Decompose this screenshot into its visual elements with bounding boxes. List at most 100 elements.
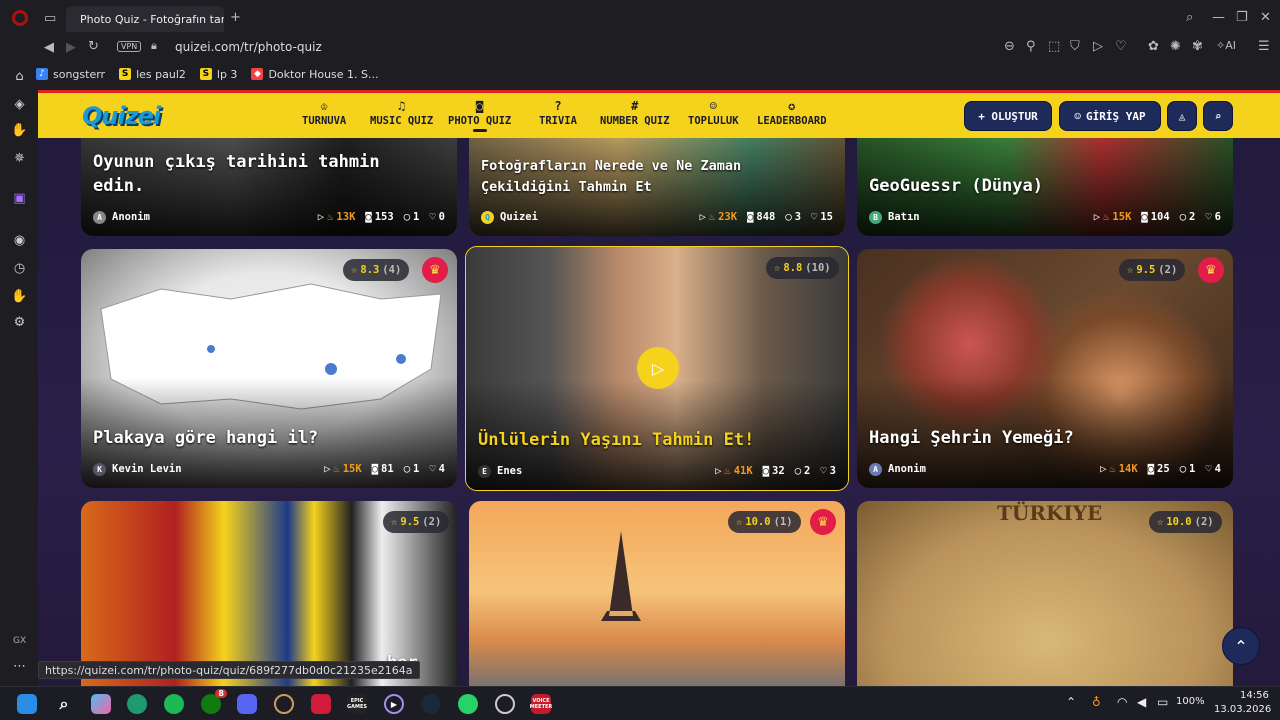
- sidebar-star-icon[interactable]: ✵: [11, 150, 28, 167]
- card-title[interactable]: Hangi Şehrin Yemeği?: [869, 426, 1209, 450]
- new-tab-icon[interactable]: +: [230, 10, 241, 25]
- card-title[interactable]: Ünlülerin Yaşını Tahmin Et!: [478, 428, 828, 452]
- play-button[interactable]: ▷: [637, 347, 679, 389]
- card-author[interactable]: B Batın: [869, 210, 1084, 224]
- tab-photo-quiz[interactable]: Photo Quiz - Fotoğrafın tar: [66, 6, 224, 32]
- nav-photo-quiz[interactable]: ◙ PHOTO QUIZ: [448, 99, 511, 132]
- nav-turnuva[interactable]: ♔ TURNUVA: [302, 99, 346, 127]
- copilot-icon[interactable]: [91, 694, 111, 714]
- battery-icon[interactable]: ▭: [1157, 695, 1168, 709]
- epic-games-icon[interactable]: EPIC GAMES: [347, 694, 367, 714]
- nav-topluluk[interactable]: ☺ TOPLULUK: [688, 99, 739, 127]
- extension-2-icon[interactable]: ✺: [1170, 39, 1181, 54]
- settings-icon[interactable]: ⚙: [11, 314, 28, 331]
- heart-icon: ♡: [820, 465, 827, 477]
- voicemeeter-icon[interactable]: VOICE MEETER: [530, 694, 552, 714]
- heart-icon: ♡: [811, 211, 818, 223]
- card-author[interactable]: K Kevin Levin: [93, 462, 314, 476]
- bookmark-lp3[interactable]: Slp 3: [199, 68, 237, 81]
- clock-time[interactable]: 14:56: [1240, 690, 1269, 701]
- nav-trivia[interactable]: ? TRIVIA: [539, 99, 577, 127]
- heart-icon[interactable]: ♡: [1115, 39, 1127, 54]
- back-icon[interactable]: ◀: [44, 40, 54, 55]
- quiz-card[interactable]: ☆ 9.5 (2) ♛ Hangi Şehrin Yemeği? A Anonim ▷…: [857, 249, 1233, 488]
- maximize-icon[interactable]: ❐: [1236, 10, 1248, 25]
- nav-number-quiz[interactable]: # NUMBER QUIZ: [600, 99, 670, 127]
- quiz-card[interactable]: ☆ 10.0 (1) ♛: [469, 501, 845, 686]
- sidebar-game-icon[interactable]: ◈: [11, 96, 28, 113]
- steam-icon[interactable]: [421, 694, 441, 714]
- clock-date[interactable]: 13.03.2026: [1214, 704, 1271, 715]
- card-title[interactable]: Fotoğrafların Nerede ve Ne Zaman Çekildi…: [481, 156, 781, 198]
- play-icon[interactable]: ▷: [1093, 39, 1103, 54]
- bookmark-les-paul2[interactable]: Sles paul2: [119, 68, 186, 81]
- card-title[interactable]: Plakaya göre hangi il?: [93, 426, 433, 450]
- media-player-icon[interactable]: ▶: [384, 694, 404, 714]
- opera-logo-icon[interactable]: [12, 10, 28, 26]
- play-icon: ▷: [1100, 463, 1107, 475]
- comments-stat: ◯ 1: [403, 463, 420, 475]
- reload-icon[interactable]: ↻: [88, 39, 99, 54]
- card-author[interactable]: A Anonim: [869, 462, 1090, 476]
- tab-workspaces-icon[interactable]: ▭: [44, 11, 56, 26]
- card-title[interactable]: GeoGuessr (Dünya): [869, 174, 1189, 198]
- url-input[interactable]: quizei.com/tr/photo-quiz: [175, 40, 322, 54]
- close-icon[interactable]: ✕: [1260, 10, 1271, 25]
- scroll-to-top-button[interactable]: ⌃: [1222, 627, 1260, 665]
- volume-icon[interactable]: ◀: [1137, 695, 1146, 709]
- notifications-button[interactable]: ◬: [1167, 101, 1197, 131]
- login-button[interactable]: ☺ GİRİŞ YAP: [1059, 101, 1161, 131]
- card-author[interactable]: E Enes: [478, 464, 705, 478]
- gx-label[interactable]: GX: [13, 636, 26, 646]
- minimize-icon[interactable]: —: [1212, 10, 1225, 25]
- lock-icon: 🔒︎: [151, 39, 157, 52]
- quiz-card-hovered[interactable]: ☆ 8.8 (10) ▷ Ünlülerin Yaşını Tahmin Et! E…: [465, 246, 849, 491]
- snapshot-icon[interactable]: ⬚: [1048, 39, 1060, 54]
- create-button[interactable]: + OLUŞTUR: [964, 101, 1052, 131]
- extensions-icon[interactable]: ✋: [11, 288, 28, 305]
- menu-icon[interactable]: ☰: [1258, 39, 1270, 54]
- zoom-icon[interactable]: ⊖: [1004, 39, 1015, 54]
- extension-1-icon[interactable]: ✿: [1148, 39, 1159, 54]
- obs-icon[interactable]: [495, 694, 515, 714]
- microphone-icon[interactable]: ♁: [1092, 695, 1101, 709]
- play-icon: ▷: [1093, 211, 1101, 223]
- quiz-card[interactable]: ☆ 8.3 (4) ♛ Plakaya göre hangi il? K Kevin …: [81, 249, 457, 488]
- tray-overflow-icon[interactable]: ⌃: [1066, 695, 1076, 709]
- nav-leaderboard[interactable]: ✪ LEADERBOARD: [757, 99, 827, 127]
- spotify-icon[interactable]: ◉: [11, 232, 28, 249]
- app-red-icon[interactable]: [311, 694, 331, 714]
- trophy-icon: ♔: [320, 99, 328, 113]
- quiz-card[interactable]: ☆9.5(2) ber: [81, 501, 457, 686]
- search-icon[interactable]: ⌕: [54, 694, 74, 714]
- nav-music-quiz[interactable]: ♫ MUSIC QUIZ: [370, 99, 433, 127]
- shield-icon[interactable]: ⛉: [1070, 39, 1080, 54]
- search-tabs-icon[interactable]: ⌕: [1186, 10, 1193, 25]
- aria-ai-icon[interactable]: ✧ AI: [1216, 39, 1236, 52]
- bookmark-songsterr[interactable]: ♪ songsterr: [36, 68, 105, 81]
- windows-start-icon[interactable]: [17, 694, 37, 714]
- spotify-icon[interactable]: [164, 694, 184, 714]
- wifi-icon[interactable]: ◠: [1117, 695, 1127, 709]
- card-author[interactable]: Q Quizei: [481, 210, 689, 224]
- extension-3-icon[interactable]: ✾: [1192, 39, 1203, 54]
- history-icon[interactable]: ◷: [11, 260, 28, 277]
- opera-gx-icon[interactable]: [274, 694, 294, 714]
- site-logo[interactable]: Quizei: [82, 102, 161, 130]
- bookmark-doktor-house[interactable]: ◆ Doktor House 1. S...: [251, 68, 379, 81]
- sidebar-home-icon[interactable]: ⌂: [11, 68, 28, 85]
- pin-icon[interactable]: ⚲: [1026, 39, 1036, 54]
- edge-icon[interactable]: [127, 694, 147, 714]
- xbox-icon[interactable]: 8: [201, 689, 227, 714]
- discord-icon[interactable]: [237, 694, 257, 714]
- card-title[interactable]: Oyunun çıkış tarihini tahmin edin.: [93, 150, 413, 198]
- card-author[interactable]: A Anonim: [93, 210, 308, 224]
- whatsapp-icon[interactable]: [458, 694, 478, 714]
- twitch-icon[interactable]: ▣: [11, 190, 28, 207]
- vpn-badge[interactable]: VPN: [117, 41, 142, 52]
- forward-icon[interactable]: ▶: [66, 40, 76, 55]
- quiz-card[interactable]: TÜRKIYE ☆ 10.0 (2): [857, 501, 1233, 686]
- sidebar-app-icon[interactable]: ✋: [11, 122, 28, 139]
- search-button[interactable]: ⌕: [1203, 101, 1233, 131]
- more-icon[interactable]: ⋯: [11, 658, 28, 675]
